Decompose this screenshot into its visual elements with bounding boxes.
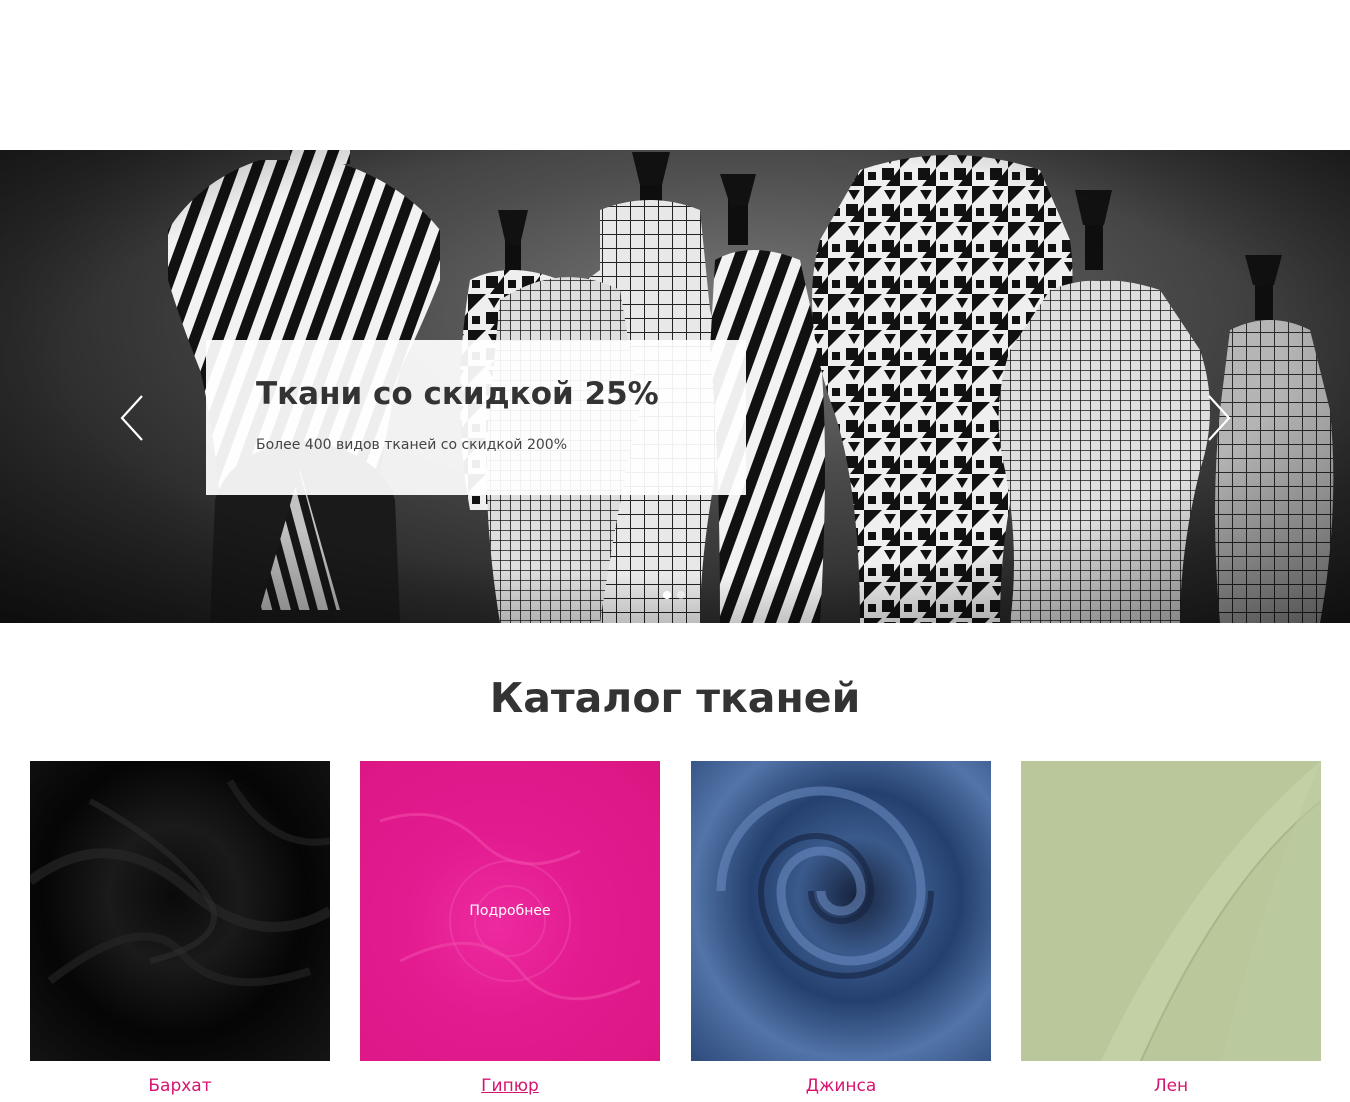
hero-slider: Ткани со скидкой 25% Более 400 видов тка…	[0, 150, 1350, 623]
slide-title: Ткани со скидкой 25%	[256, 376, 659, 412]
velvet-texture	[30, 779, 330, 987]
slider-dots	[663, 591, 685, 599]
fabric-link-guipure[interactable]: Гипюр	[360, 1075, 660, 1097]
catalog-card[interactable]: Бархат	[30, 761, 330, 1097]
slide-subtitle: Более 400 видов тканей со скидкой 200%	[256, 437, 568, 453]
chevron-left-icon	[120, 395, 143, 441]
slider-dot[interactable]	[677, 591, 685, 599]
catalog-card[interactable]: Лен	[1021, 761, 1321, 1097]
site-header	[0, 0, 1350, 150]
catalog-card[interactable]: Джинса	[691, 761, 991, 1097]
fabric-link-velvet[interactable]: Бархат	[30, 1075, 330, 1097]
fabric-link-linen[interactable]: Лен	[1021, 1075, 1321, 1097]
fabric-image-velvet[interactable]	[30, 761, 330, 1061]
fabric-image-denim[interactable]	[691, 761, 991, 1061]
catalog-title: Каталог тканей	[489, 674, 861, 722]
slider-dot[interactable]	[663, 591, 671, 599]
denim-texture	[716, 786, 934, 979]
prev-slide-button[interactable]	[118, 393, 148, 443]
more-details-label[interactable]: Подробнее	[360, 761, 660, 1061]
slide-caption: Ткани со скидкой 25% Более 400 видов тка…	[206, 340, 746, 495]
next-slide-button[interactable]	[1203, 393, 1233, 443]
chevron-right-icon	[1208, 395, 1231, 441]
catalog-card[interactable]: Подробнее Гипюр	[360, 761, 660, 1097]
linen-texture	[1101, 761, 1321, 1061]
fabric-image-linen[interactable]	[1021, 761, 1321, 1061]
fabric-link-denim[interactable]: Джинса	[691, 1075, 991, 1097]
fabric-image-guipure[interactable]: Подробнее	[360, 761, 660, 1061]
